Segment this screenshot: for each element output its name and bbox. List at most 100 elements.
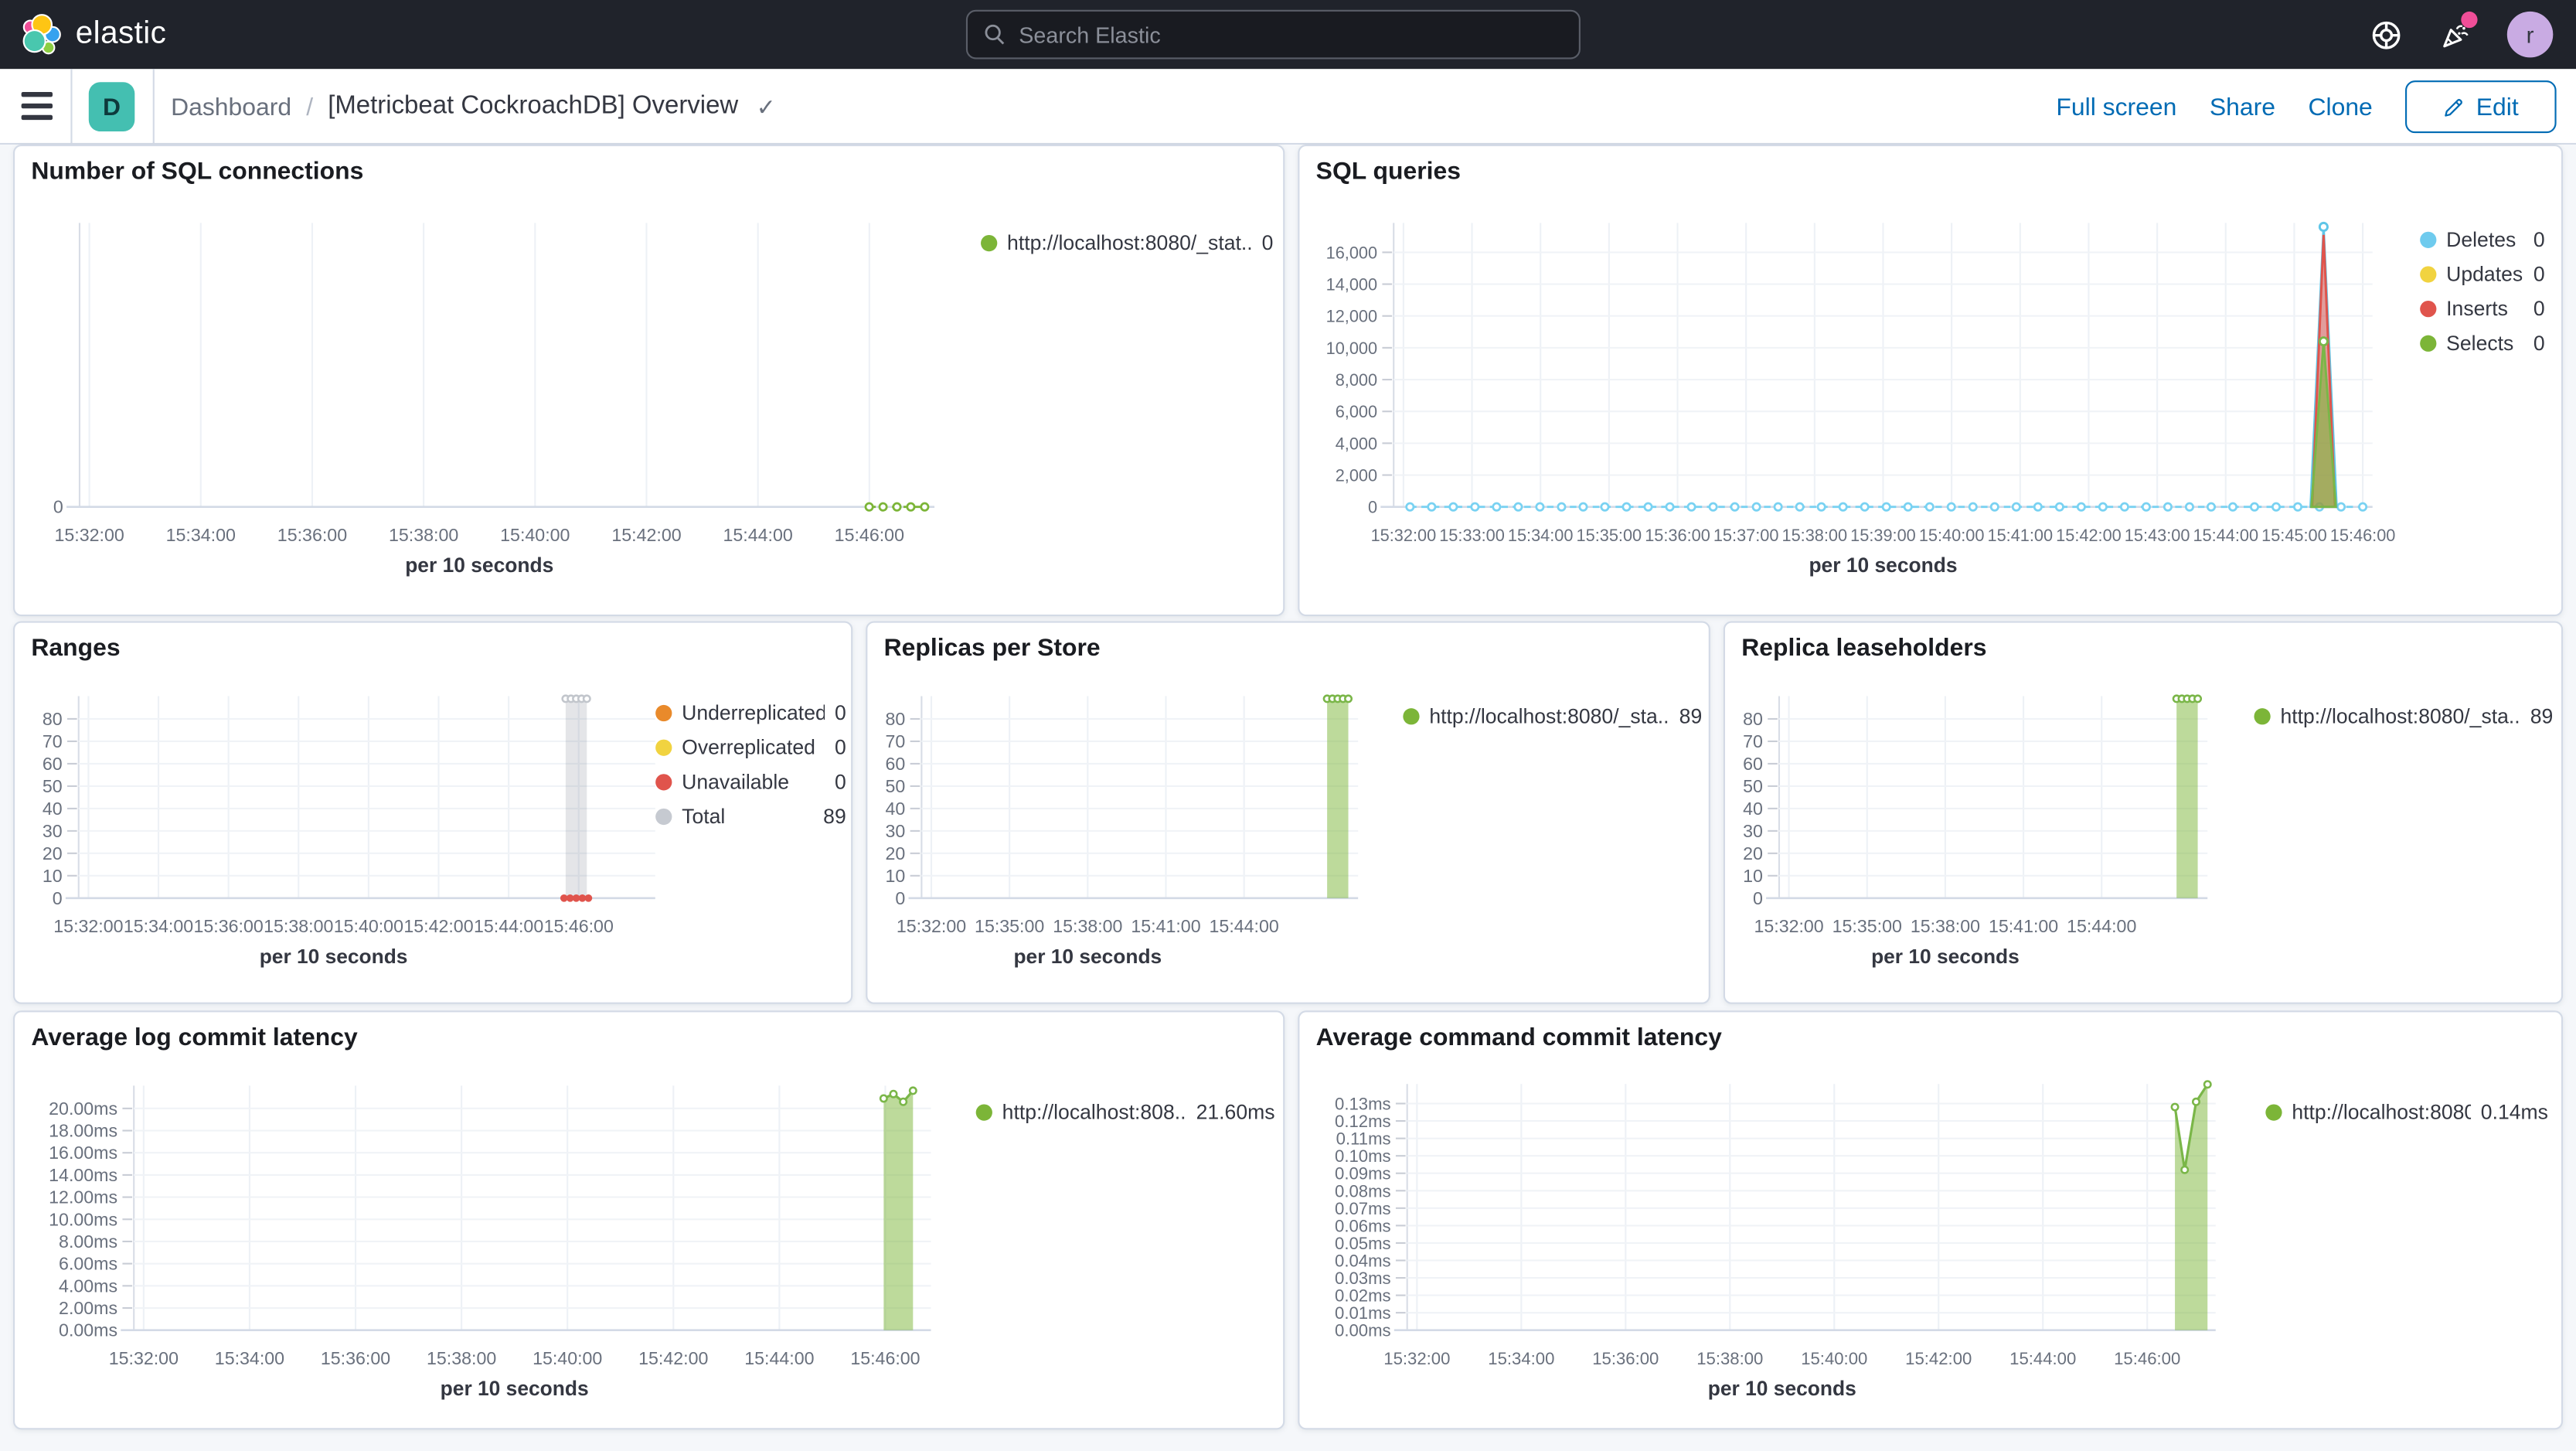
avg-log-commit-latency-chart[interactable]: 0.00ms 2.00ms 4.00ms 6.00ms 8.00ms 10.00ms 12.…	[15, 1012, 1283, 1428]
chart-canvas[interactable]: 0.00ms0.01ms0.02ms0.03ms0.04ms0.05ms0.06…	[1299, 1012, 2561, 1428]
x-tick-label: 15:42:00	[403, 916, 473, 936]
y-tick-label: 10.00ms	[49, 1209, 117, 1229]
legend-label: Selects	[2446, 331, 2514, 355]
legend-dot	[655, 738, 672, 755]
x-tick-label: 15:34:00	[124, 916, 193, 936]
x-tick-label: 15:34:00	[215, 1348, 284, 1368]
x-tick-label: 15:42:00	[611, 525, 681, 545]
panel-title: Ranges	[31, 634, 121, 662]
y-tick-label: 20	[1743, 843, 1763, 863]
dashboard-actions: Full screen Share Clone Edit	[2056, 69, 2557, 145]
x-tick-label: 15:35:00	[975, 916, 1044, 936]
y-tick-label: 60	[43, 754, 63, 774]
chart-legend: http://localhost:8080... 0.14ms	[2265, 1095, 2548, 1129]
legend-item[interactable]: http://localhost:808... 21.60ms	[975, 1095, 1275, 1129]
search-input[interactable]	[1019, 22, 1563, 47]
x-tick-label: 15:34:00	[1508, 526, 1574, 545]
x-tick-label: 15:32:00	[53, 916, 123, 936]
x-tick-label: 15:41:00	[1987, 526, 2053, 545]
full-screen-button[interactable]: Full screen	[2056, 93, 2176, 121]
legend-item[interactable]: http://localhost:8080/_sta... 89	[2254, 698, 2553, 733]
legend-value: 89	[823, 804, 846, 828]
x-tick-label: 15:38:00	[1911, 916, 1980, 936]
dashboard-grid: Number of SQL connections 0 15:32:00 15:34…	[0, 145, 2576, 1451]
y-tick-label: 60	[886, 754, 906, 774]
legend-item[interactable]: http://localhost:8080/_stat... 0	[981, 225, 1273, 260]
legend-label: http://localhost:8080/_sta...	[1429, 703, 1669, 727]
y-tick-label: 16,000	[1326, 243, 1377, 262]
legend-item[interactable]: Overreplicated 0	[655, 730, 846, 765]
chart-canvas[interactable]: 0.00ms2.00ms4.00ms6.00ms8.00ms10.00ms12.…	[15, 1012, 1283, 1428]
user-avatar[interactable]: r	[2506, 11, 2554, 58]
legend-item[interactable]: http://localhost:8080/_sta... 89	[1403, 698, 1702, 733]
legend-item[interactable]: Updates 0	[2420, 257, 2545, 291]
x-tick-label: 15:32:00	[897, 916, 966, 936]
breadcrumb: Dashboard / [Metricbeat CockroachDB] Ove…	[171, 69, 775, 145]
news-party-popper-icon[interactable]	[2438, 11, 2478, 51]
sql-queries-chart[interactable]: 0 2,000 4,000 6,000 8,000 10,000 12,000 14,000 1…	[1299, 146, 2561, 615]
elastic-logo-icon	[22, 14, 61, 55]
x-tick-label: 15:32:00	[54, 525, 124, 545]
y-tick-label: 0	[895, 888, 905, 908]
x-tick-label: 15:40:00	[1801, 1349, 1867, 1368]
y-tick-label: 50	[1743, 776, 1763, 796]
share-button[interactable]: Share	[2210, 93, 2275, 121]
legend-item[interactable]: Selects 0	[2420, 325, 2545, 360]
clone-button[interactable]: Clone	[2308, 93, 2372, 121]
y-tick-label: 40	[1743, 799, 1763, 819]
legend-item[interactable]: http://localhost:8080... 0.14ms	[2265, 1095, 2548, 1129]
panel-replicas-per-store: Replicas per Store 0 10 20 30 40 50 60 70 80 15:3…	[866, 621, 1710, 1004]
y-tick-label: 0.05ms	[1335, 1234, 1391, 1253]
y-tick-label: 0.12ms	[1335, 1112, 1391, 1131]
legend-item[interactable]: Total 89	[655, 799, 846, 833]
legend-item[interactable]: Unavailable 0	[655, 764, 846, 799]
legend-label: Unavailable	[682, 769, 790, 793]
legend-dot	[2265, 1103, 2282, 1120]
chart-canvas[interactable]: 0 2,000 4,000 6,000 8,000 10,000 12,000 14,000 1…	[1299, 146, 2561, 615]
legend-label: Underreplicated	[682, 700, 825, 724]
legend-dot	[2420, 230, 2437, 247]
y-tick-label: 0.07ms	[1335, 1199, 1391, 1218]
x-tick-label: 15:38:00	[427, 1348, 496, 1368]
x-tick-label: 15:38:00	[389, 525, 458, 545]
page-title[interactable]: [Metricbeat CockroachDB] Overview	[328, 92, 738, 121]
x-tick-label: 15:40:00	[1919, 526, 1985, 545]
y-tick-label: 30	[1743, 821, 1763, 841]
chart-canvas[interactable]: 010 203040 5060 7080 15:32:00 15:35:00 15:38:0…	[867, 623, 1708, 1003]
y-tick-label: 0.08ms	[1335, 1181, 1391, 1201]
y-tick-label: 4.00ms	[59, 1276, 117, 1296]
legend-value: 0	[834, 700, 846, 724]
elastic-brand[interactable]: elastic	[0, 13, 166, 56]
x-tick-label: 15:36:00	[321, 1348, 390, 1368]
legend-value: 0	[1261, 230, 1274, 254]
legend-item[interactable]: Deletes 0	[2420, 222, 2545, 257]
y-tick-label: 20	[43, 843, 63, 863]
x-tick-label: 15:44:00	[1210, 916, 1279, 936]
edit-button[interactable]: Edit	[2405, 80, 2557, 134]
menu-hamburger-icon[interactable]	[21, 92, 53, 121]
avg-command-commit-latency-chart[interactable]: 0.00ms 0.01ms 0.02ms 0.03ms 0.04ms 0.05ms 0.06…	[1299, 1012, 2561, 1428]
legend-label: http://localhost:8080/_sta...	[2280, 703, 2521, 727]
breadcrumb-separator: /	[306, 93, 314, 121]
y-tick-label: 2,000	[1336, 466, 1377, 485]
x-tick-label: 15:32:00	[1371, 526, 1437, 545]
legend-item[interactable]: Inserts 0	[2420, 291, 2545, 325]
divider	[70, 69, 73, 145]
legend-item[interactable]: Underreplicated 0	[655, 695, 846, 730]
x-axis-title: per 10 seconds	[1013, 945, 1162, 968]
chart-canvas[interactable]: 010 203040 5060 7080 15:32:00 15:35:00 15:38:0…	[1725, 623, 2561, 1003]
panel-average-command-commit-latency: Average command commit latency 0.00ms 0.0…	[1298, 1010, 2564, 1430]
replicas-per-store-chart[interactable]: 0 10 20 30 40 50 60 70 80 15:32:00 15:35:00 15:38:0…	[867, 623, 1708, 1003]
legend-value: 89	[2530, 703, 2554, 727]
breadcrumb-dashboard[interactable]: Dashboard	[171, 93, 291, 121]
replica-leaseholders-chart[interactable]: 0 10 20 30 40 50 60 70 80 15:32:00 15:35:00 15:38:0…	[1725, 623, 2561, 1003]
help-icon[interactable]	[2369, 18, 2402, 51]
nav-bar: D Dashboard / [Metricbeat CockroachDB] O…	[0, 69, 2576, 145]
global-search[interactable]	[965, 9, 1581, 60]
y-tick-label: 10	[1743, 866, 1763, 886]
space-badge[interactable]: D	[88, 82, 135, 132]
sql-connections-chart[interactable]: 0 15:32:00 15:34:00 15:36:00 15:38:00 15:40:0…	[15, 146, 1283, 615]
top-header-bar: elastic Search Elastic r	[0, 0, 2576, 70]
saved-check-icon[interactable]: ✓	[757, 93, 776, 121]
chart-canvas[interactable]: 0 15:32:00 15:34:00 15:36:00 15:38:00 15:40:0…	[15, 146, 1283, 615]
